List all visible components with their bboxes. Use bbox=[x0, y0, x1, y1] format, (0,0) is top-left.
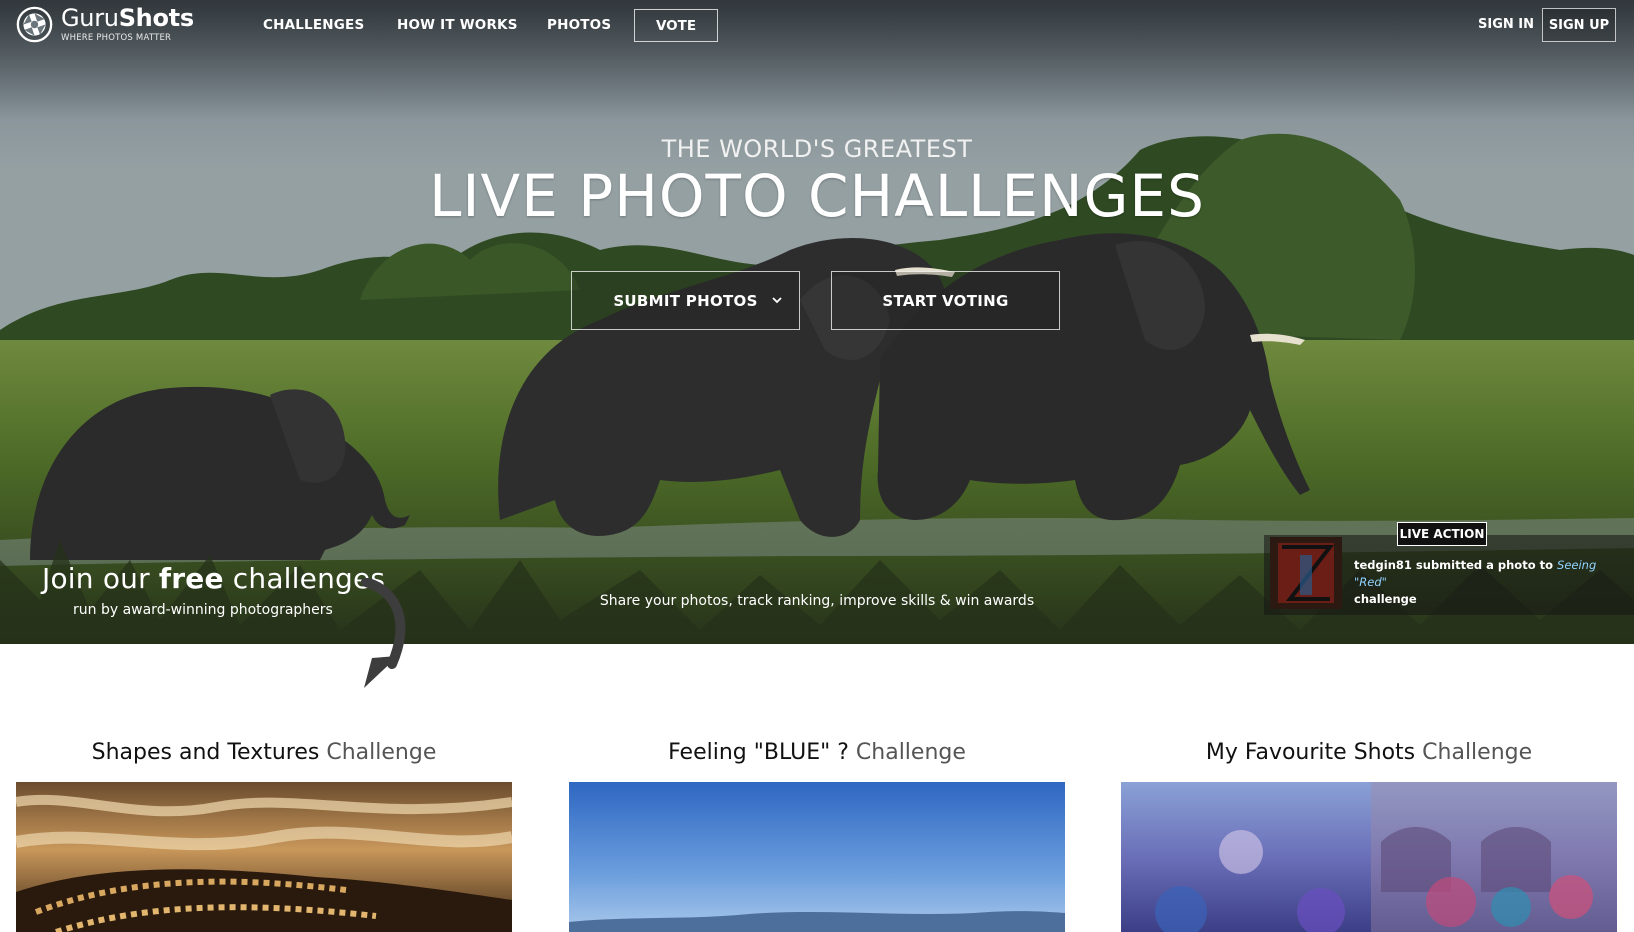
challenge-suffix-2: Challenge bbox=[855, 740, 966, 765]
live-action-verb: submitted a photo to bbox=[1411, 558, 1558, 572]
join-bold: free bbox=[158, 562, 224, 595]
logo-tagline: WHERE PHOTOS MATTER bbox=[61, 33, 172, 43]
nav-how-it-works[interactable]: HOW IT WORKS bbox=[397, 17, 518, 33]
nav-vote-button[interactable]: VOTE bbox=[634, 9, 718, 42]
nav-photos[interactable]: PHOTOS bbox=[547, 17, 611, 33]
challenge-card-feeling-blue[interactable] bbox=[569, 782, 1065, 932]
challenge-image-festival bbox=[1121, 782, 1617, 932]
challenge-image-blue-sky bbox=[569, 782, 1065, 932]
challenge-name-1: Shapes and Textures bbox=[91, 740, 320, 765]
challenge-suffix-1: Challenge bbox=[326, 740, 437, 765]
live-thumbnail-image bbox=[1270, 537, 1342, 609]
sign-up-button[interactable]: SIGN UP bbox=[1542, 8, 1616, 42]
join-heading: Join our free challenges bbox=[42, 562, 385, 595]
challenge-name-2: Feeling "BLUE" ? bbox=[668, 740, 849, 765]
hero-headline: LIVE PHOTO CHALLENGES bbox=[429, 162, 1205, 230]
nav-challenges[interactable]: CHALLENGES bbox=[263, 17, 364, 33]
challenge-title-3[interactable]: My Favourite Shots Challenge bbox=[1121, 740, 1617, 765]
hero-kicker: THE WORLD'S GREATEST bbox=[661, 135, 973, 163]
submit-photos-label: SUBMIT PHOTOS bbox=[613, 291, 758, 310]
challenge-image-snake bbox=[16, 782, 512, 932]
start-voting-button[interactable]: START VOTING bbox=[831, 271, 1060, 330]
live-action-badge: LIVE ACTION bbox=[1397, 522, 1487, 546]
live-action-text: tedgin81 submitted a photo to Seeing "Re… bbox=[1354, 557, 1624, 608]
top-navigation-bar: GuruShots WHERE PHOTOS MATTER CHALLENGES… bbox=[0, 0, 1634, 50]
logo-text: GuruShots WHERE PHOTOS MATTER bbox=[61, 6, 194, 43]
submit-photos-button[interactable]: SUBMIT PHOTOS bbox=[571, 271, 800, 330]
join-prefix: Join our bbox=[42, 562, 159, 595]
challenge-title-2[interactable]: Feeling "BLUE" ? Challenge bbox=[569, 740, 1065, 765]
challenge-card-shapes-textures[interactable] bbox=[16, 782, 512, 932]
live-username[interactable]: tedgin81 bbox=[1354, 558, 1412, 572]
logo-name: GuruShots bbox=[61, 6, 194, 30]
sign-in-link[interactable]: SIGN IN bbox=[1478, 17, 1534, 32]
curved-arrow-down-icon bbox=[361, 578, 406, 688]
challenge-suffix-3: Challenge bbox=[1422, 740, 1533, 765]
logo-name-part1: Guru bbox=[61, 4, 119, 32]
live-action-tail: challenge bbox=[1354, 592, 1417, 606]
camera-aperture-icon bbox=[16, 6, 53, 43]
challenge-title-1[interactable]: Shapes and Textures Challenge bbox=[16, 740, 512, 765]
challenge-card-favourite-shots[interactable] bbox=[1121, 782, 1617, 932]
chevron-down-icon bbox=[772, 297, 782, 304]
start-voting-label: START VOTING bbox=[882, 291, 1009, 310]
site-logo[interactable]: GuruShots WHERE PHOTOS MATTER bbox=[16, 6, 194, 43]
logo-name-part2: Shots bbox=[118, 4, 194, 32]
live-action-thumbnail[interactable] bbox=[1270, 537, 1342, 609]
challenge-name-3: My Favourite Shots bbox=[1205, 740, 1416, 765]
